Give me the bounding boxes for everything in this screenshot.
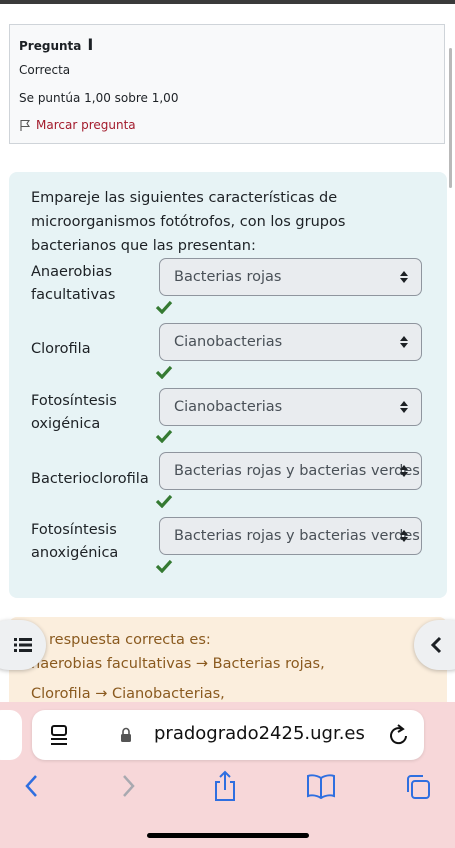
scrollbar[interactable] xyxy=(449,48,452,188)
address-bar[interactable]: pradogrado2425.ugr.es xyxy=(32,710,424,760)
answer-select[interactable]: Cianobacterias xyxy=(159,323,422,361)
feedback-line-3: Clorofila → Cianobacterias, xyxy=(31,686,225,702)
check-icon xyxy=(155,559,173,573)
match-label: Clorofila xyxy=(31,341,91,357)
question-info: Pregunta I Correcta Se puntúa 1,00 sobre … xyxy=(9,24,445,144)
flag-question-link[interactable]: Marcar pregunta xyxy=(19,118,136,132)
answer-select-value: Bacterias rojas xyxy=(174,269,282,285)
sort-arrows-icon xyxy=(400,530,408,542)
browser-chrome: pradogrado2425.ugr.es xyxy=(0,702,455,848)
match-label: Anaerobias facultativas xyxy=(31,264,116,303)
feedback-line-2: naerobias facultativas → Bacterias rojas… xyxy=(31,656,325,672)
flag-question-label: Marcar pregunta xyxy=(36,118,136,132)
url-domain: pradogrado2425.ugr.es xyxy=(154,723,365,744)
question-number: Pregunta I xyxy=(19,35,93,54)
answer-select[interactable]: Cianobacterias xyxy=(159,388,422,426)
answer-select-value: Bacterias rojas y bacterias verdes xyxy=(174,463,420,479)
sort-arrows-icon xyxy=(400,271,408,283)
home-indicator xyxy=(147,833,309,838)
match-label: Fotosíntesis anoxigénica xyxy=(31,522,119,561)
chevron-left-icon xyxy=(430,636,442,654)
question-grade: Se puntúa 1,00 sobre 1,00 xyxy=(19,91,179,105)
previous-tab-preview[interactable] xyxy=(0,710,22,760)
answer-select-value: Cianobacterias xyxy=(174,334,283,350)
question-formulation: Empareje las siguientes características … xyxy=(9,172,447,598)
feedback-line-1: respuesta correcta es: xyxy=(49,632,211,648)
sort-arrows-icon xyxy=(400,465,408,477)
correct-answer-feedback: respuesta correcta es: naerobias faculta… xyxy=(9,617,447,707)
question-state: Correcta xyxy=(19,63,71,77)
lock-icon xyxy=(121,727,131,742)
question-text: Empareje las siguientes características … xyxy=(31,190,346,254)
share-icon[interactable] xyxy=(212,770,238,802)
bookmarks-icon[interactable] xyxy=(306,773,336,799)
list-icon xyxy=(14,638,32,652)
reload-icon[interactable] xyxy=(388,723,410,747)
flag-icon xyxy=(20,119,31,131)
answer-select[interactable]: Bacterias rojas y bacterias verdes xyxy=(159,517,422,555)
sort-arrows-icon xyxy=(400,336,408,348)
answer-select-value: Bacterias rojas y bacterias verdes xyxy=(174,528,420,544)
match-label: Bacterioclorofila xyxy=(31,471,149,487)
question-number-value: I xyxy=(87,35,94,54)
forward-icon[interactable] xyxy=(120,773,138,799)
check-icon xyxy=(155,494,173,508)
back-icon[interactable] xyxy=(22,773,40,799)
check-icon xyxy=(155,429,173,443)
check-icon xyxy=(155,300,173,314)
sort-arrows-icon xyxy=(400,401,408,413)
reader-icon[interactable] xyxy=(49,724,69,746)
check-icon xyxy=(155,365,173,379)
tabs-icon[interactable] xyxy=(404,773,432,801)
top-edge xyxy=(0,0,455,4)
answer-select[interactable]: Bacterias rojas xyxy=(159,258,422,296)
answer-select-value: Cianobacterias xyxy=(174,399,283,415)
answer-select[interactable]: Bacterias rojas y bacterias verdes xyxy=(159,452,422,490)
question-label: Pregunta xyxy=(19,39,82,53)
match-label: Fotosíntesis oxigénica xyxy=(31,393,117,432)
